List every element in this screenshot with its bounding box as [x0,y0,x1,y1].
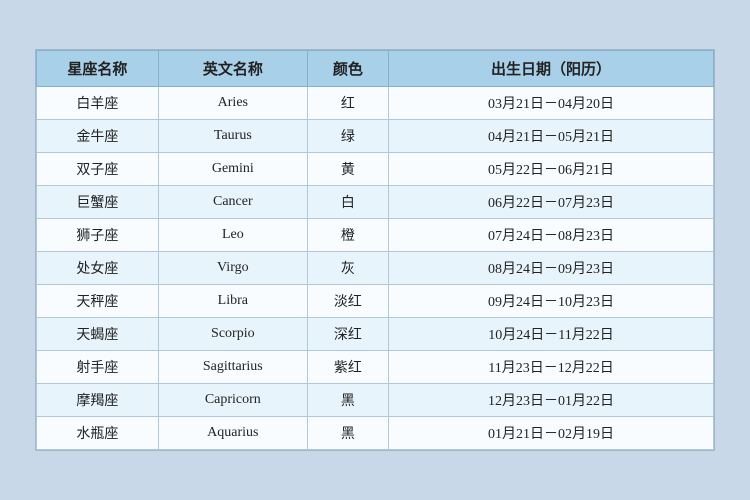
cell-english-name: Libra [158,285,307,318]
zodiac-table-container: 星座名称 英文名称 颜色 出生日期（阳历） 白羊座Aries红03月21日－04… [35,49,715,451]
table-row: 双子座Gemini黄05月22日－06月21日 [37,153,714,186]
header-color: 颜色 [307,51,388,87]
cell-date: 03月21日－04月20日 [389,87,714,120]
cell-english-name: Taurus [158,120,307,153]
cell-color: 深红 [307,318,388,351]
cell-english-name: Capricorn [158,384,307,417]
cell-date: 04月21日－05月21日 [389,120,714,153]
cell-color: 灰 [307,252,388,285]
table-row: 狮子座Leo橙07月24日－08月23日 [37,219,714,252]
cell-english-name: Cancer [158,186,307,219]
cell-chinese-name: 射手座 [37,351,159,384]
cell-color: 红 [307,87,388,120]
cell-color: 黑 [307,384,388,417]
table-body: 白羊座Aries红03月21日－04月20日金牛座Taurus绿04月21日－0… [37,87,714,450]
cell-english-name: Aquarius [158,417,307,450]
table-row: 射手座Sagittarius紫红11月23日－12月22日 [37,351,714,384]
cell-english-name: Sagittarius [158,351,307,384]
table-header-row: 星座名称 英文名称 颜色 出生日期（阳历） [37,51,714,87]
header-english-name: 英文名称 [158,51,307,87]
cell-color: 橙 [307,219,388,252]
cell-english-name: Aries [158,87,307,120]
cell-date: 01月21日－02月19日 [389,417,714,450]
cell-chinese-name: 金牛座 [37,120,159,153]
header-birthday: 出生日期（阳历） [389,51,714,87]
cell-english-name: Leo [158,219,307,252]
cell-english-name: Virgo [158,252,307,285]
table-row: 巨蟹座Cancer白06月22日－07月23日 [37,186,714,219]
cell-color: 白 [307,186,388,219]
cell-date: 08月24日－09月23日 [389,252,714,285]
table-row: 天秤座Libra淡红09月24日－10月23日 [37,285,714,318]
cell-chinese-name: 天蝎座 [37,318,159,351]
cell-color: 绿 [307,120,388,153]
cell-color: 黄 [307,153,388,186]
cell-chinese-name: 水瓶座 [37,417,159,450]
cell-date: 10月24日－11月22日 [389,318,714,351]
cell-date: 06月22日－07月23日 [389,186,714,219]
table-row: 水瓶座Aquarius黑01月21日－02月19日 [37,417,714,450]
cell-date: 09月24日－10月23日 [389,285,714,318]
cell-chinese-name: 摩羯座 [37,384,159,417]
cell-english-name: Scorpio [158,318,307,351]
cell-color: 淡红 [307,285,388,318]
cell-chinese-name: 天秤座 [37,285,159,318]
cell-date: 12月23日－01月22日 [389,384,714,417]
table-row: 摩羯座Capricorn黑12月23日－01月22日 [37,384,714,417]
cell-chinese-name: 白羊座 [37,87,159,120]
header-chinese-name: 星座名称 [37,51,159,87]
table-row: 天蝎座Scorpio深红10月24日－11月22日 [37,318,714,351]
cell-color: 紫红 [307,351,388,384]
cell-chinese-name: 双子座 [37,153,159,186]
cell-date: 11月23日－12月22日 [389,351,714,384]
cell-chinese-name: 巨蟹座 [37,186,159,219]
table-row: 金牛座Taurus绿04月21日－05月21日 [37,120,714,153]
zodiac-table: 星座名称 英文名称 颜色 出生日期（阳历） 白羊座Aries红03月21日－04… [36,50,714,450]
cell-color: 黑 [307,417,388,450]
cell-chinese-name: 狮子座 [37,219,159,252]
cell-date: 05月22日－06月21日 [389,153,714,186]
cell-date: 07月24日－08月23日 [389,219,714,252]
cell-english-name: Gemini [158,153,307,186]
table-row: 处女座Virgo灰08月24日－09月23日 [37,252,714,285]
table-row: 白羊座Aries红03月21日－04月20日 [37,87,714,120]
cell-chinese-name: 处女座 [37,252,159,285]
